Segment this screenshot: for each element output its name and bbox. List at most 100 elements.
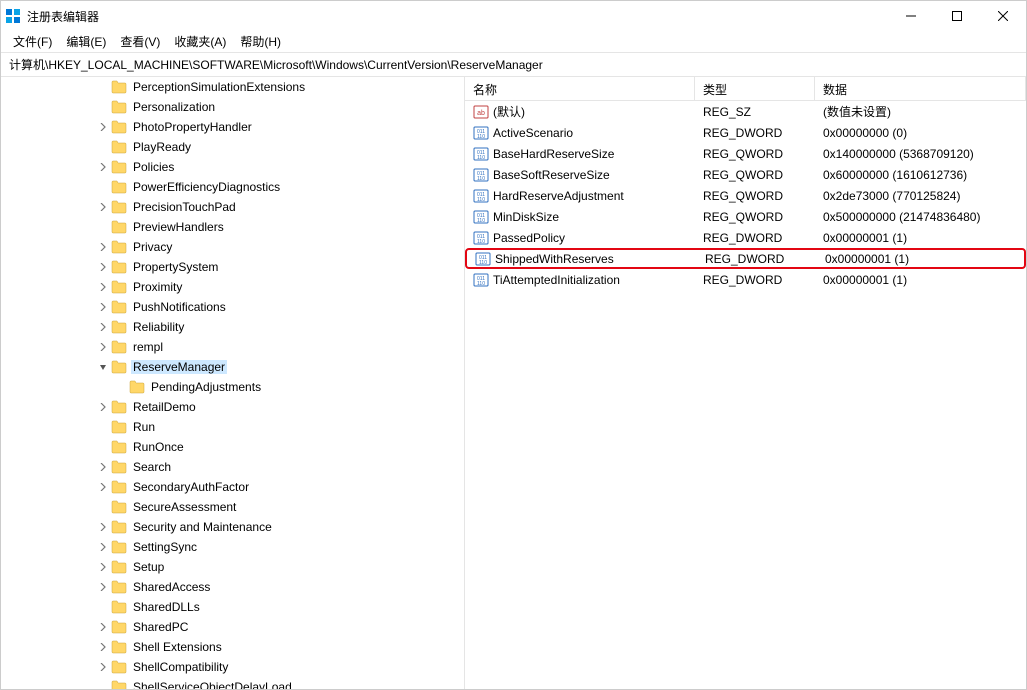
menu-edit[interactable]: 编辑(E) bbox=[60, 33, 112, 50]
tree-item[interactable]: PlayReady bbox=[1, 137, 464, 157]
tree-item[interactable]: Setup bbox=[1, 557, 464, 577]
tree-item[interactable]: PropertySystem bbox=[1, 257, 464, 277]
list-row[interactable]: 011110HardReserveAdjustmentREG_QWORD0x2d… bbox=[465, 185, 1026, 206]
tree-item[interactable]: PrecisionTouchPad bbox=[1, 197, 464, 217]
tree-item[interactable]: Search bbox=[1, 457, 464, 477]
maximize-button[interactable] bbox=[934, 1, 980, 31]
tree-item[interactable]: RunOnce bbox=[1, 437, 464, 457]
tree-item[interactable]: Reliability bbox=[1, 317, 464, 337]
list-row[interactable]: 011110PassedPolicyREG_DWORD0x00000001 (1… bbox=[465, 227, 1026, 248]
cell-type: REG_DWORD bbox=[695, 273, 815, 287]
chevron-right-icon[interactable] bbox=[95, 239, 111, 255]
list-row[interactable]: 011110BaseSoftReserveSizeREG_QWORD0x6000… bbox=[465, 164, 1026, 185]
tree-item[interactable]: PushNotifications bbox=[1, 297, 464, 317]
chevron-right-icon[interactable] bbox=[95, 579, 111, 595]
value-name: (默认) bbox=[493, 103, 525, 120]
tree-item-label: Setup bbox=[131, 560, 166, 574]
list-row[interactable]: 011110BaseHardReserveSizeREG_QWORD0x1400… bbox=[465, 143, 1026, 164]
tree-item[interactable]: PowerEfficiencyDiagnostics bbox=[1, 177, 464, 197]
list-row[interactable]: 011110ShippedWithReservesREG_DWORD0x0000… bbox=[465, 248, 1026, 269]
folder-icon bbox=[111, 520, 127, 534]
tree-item[interactable]: ShellCompatibility bbox=[1, 657, 464, 677]
tree-item[interactable]: ReserveManager bbox=[1, 357, 464, 377]
tree-item[interactable]: SharedDLLs bbox=[1, 597, 464, 617]
tree-item[interactable]: SecureAssessment bbox=[1, 497, 464, 517]
minimize-button[interactable] bbox=[888, 1, 934, 31]
chevron-right-icon[interactable] bbox=[95, 519, 111, 535]
chevron-right-icon[interactable] bbox=[95, 199, 111, 215]
tree-item[interactable]: Proximity bbox=[1, 277, 464, 297]
list-panel[interactable]: 名称 类型 数据 ab(默认)REG_SZ(数值未设置)011110Active… bbox=[465, 77, 1026, 689]
column-header-name[interactable]: 名称 bbox=[465, 77, 695, 100]
chevron-right-icon[interactable] bbox=[95, 619, 111, 635]
svg-text:110: 110 bbox=[479, 260, 487, 266]
tree-item[interactable]: Run bbox=[1, 417, 464, 437]
addressbar[interactable]: 计算机\HKEY_LOCAL_MACHINE\SOFTWARE\Microsof… bbox=[1, 53, 1026, 77]
tree-item[interactable]: Security and Maintenance bbox=[1, 517, 464, 537]
folder-icon bbox=[111, 540, 127, 554]
chevron-right-icon[interactable] bbox=[95, 639, 111, 655]
svg-text:110: 110 bbox=[477, 218, 485, 224]
tree-item[interactable]: PhotoPropertyHandler bbox=[1, 117, 464, 137]
tree-item[interactable]: SharedPC bbox=[1, 617, 464, 637]
tree-item[interactable]: SecondaryAuthFactor bbox=[1, 477, 464, 497]
tree-item[interactable]: PerceptionSimulationExtensions bbox=[1, 77, 464, 97]
chevron-right-icon[interactable] bbox=[95, 159, 111, 175]
chevron-right-icon[interactable] bbox=[95, 319, 111, 335]
menu-favorites[interactable]: 收藏夹(A) bbox=[168, 33, 232, 50]
chevron-right-icon[interactable] bbox=[95, 559, 111, 575]
chevron-right-icon[interactable] bbox=[95, 659, 111, 675]
column-header-type[interactable]: 类型 bbox=[695, 77, 815, 100]
column-header-data[interactable]: 数据 bbox=[815, 77, 1026, 100]
menu-help[interactable]: 帮助(H) bbox=[234, 33, 287, 50]
tree-item[interactable]: PendingAdjustments bbox=[1, 377, 464, 397]
close-button[interactable] bbox=[980, 1, 1026, 31]
chevron-right-icon[interactable] bbox=[95, 399, 111, 415]
list-row[interactable]: ab(默认)REG_SZ(数值未设置) bbox=[465, 101, 1026, 122]
chevron-right-icon[interactable] bbox=[95, 539, 111, 555]
app-icon bbox=[5, 8, 21, 24]
chevron-right-icon[interactable] bbox=[95, 279, 111, 295]
menu-file[interactable]: 文件(F) bbox=[7, 33, 58, 50]
tree-item[interactable]: Privacy bbox=[1, 237, 464, 257]
tree-item-label: Privacy bbox=[131, 240, 174, 254]
chevron-right-icon[interactable] bbox=[95, 459, 111, 475]
folder-icon bbox=[111, 660, 127, 674]
tree-item-label: ShellCompatibility bbox=[131, 660, 230, 674]
list-header: 名称 类型 数据 bbox=[465, 77, 1026, 101]
folder-icon bbox=[111, 600, 127, 614]
tree-item-label: PropertySystem bbox=[131, 260, 220, 274]
tree-item[interactable]: PreviewHandlers bbox=[1, 217, 464, 237]
expander-empty bbox=[95, 139, 111, 155]
list-row[interactable]: 011110TiAttemptedInitializationREG_DWORD… bbox=[465, 269, 1026, 290]
folder-icon bbox=[111, 480, 127, 494]
tree-item[interactable]: RetailDemo bbox=[1, 397, 464, 417]
expander-empty bbox=[113, 379, 129, 395]
list-row[interactable]: 011110ActiveScenarioREG_DWORD0x00000000 … bbox=[465, 122, 1026, 143]
chevron-down-icon[interactable] bbox=[95, 359, 111, 375]
tree-item[interactable]: rempl bbox=[1, 337, 464, 357]
chevron-right-icon[interactable] bbox=[95, 259, 111, 275]
chevron-right-icon[interactable] bbox=[95, 119, 111, 135]
chevron-right-icon[interactable] bbox=[95, 479, 111, 495]
cell-type: REG_QWORD bbox=[695, 168, 815, 182]
tree-item[interactable]: SettingSync bbox=[1, 537, 464, 557]
chevron-right-icon[interactable] bbox=[95, 299, 111, 315]
tree-item-label: SettingSync bbox=[131, 540, 199, 554]
tree-item[interactable]: ShellServiceObjectDelayLoad bbox=[1, 677, 464, 689]
cell-data: 0x00000001 (1) bbox=[817, 252, 1024, 266]
binary-value-icon: 011110 bbox=[473, 209, 489, 225]
tree-item[interactable]: SharedAccess bbox=[1, 577, 464, 597]
list-row[interactable]: 011110MinDiskSizeREG_QWORD0x500000000 (2… bbox=[465, 206, 1026, 227]
tree-panel[interactable]: PerceptionSimulationExtensionsPersonaliz… bbox=[1, 77, 465, 689]
tree-item-label: Shell Extensions bbox=[131, 640, 224, 654]
cell-name: 011110HardReserveAdjustment bbox=[465, 188, 695, 204]
tree-item-label: SecondaryAuthFactor bbox=[131, 480, 251, 494]
cell-name: 011110BaseSoftReserveSize bbox=[465, 167, 695, 183]
menu-view[interactable]: 查看(V) bbox=[114, 33, 166, 50]
tree-item[interactable]: Personalization bbox=[1, 97, 464, 117]
tree-item[interactable]: Policies bbox=[1, 157, 464, 177]
tree-item[interactable]: Shell Extensions bbox=[1, 637, 464, 657]
chevron-right-icon[interactable] bbox=[95, 339, 111, 355]
expander-empty bbox=[95, 439, 111, 455]
